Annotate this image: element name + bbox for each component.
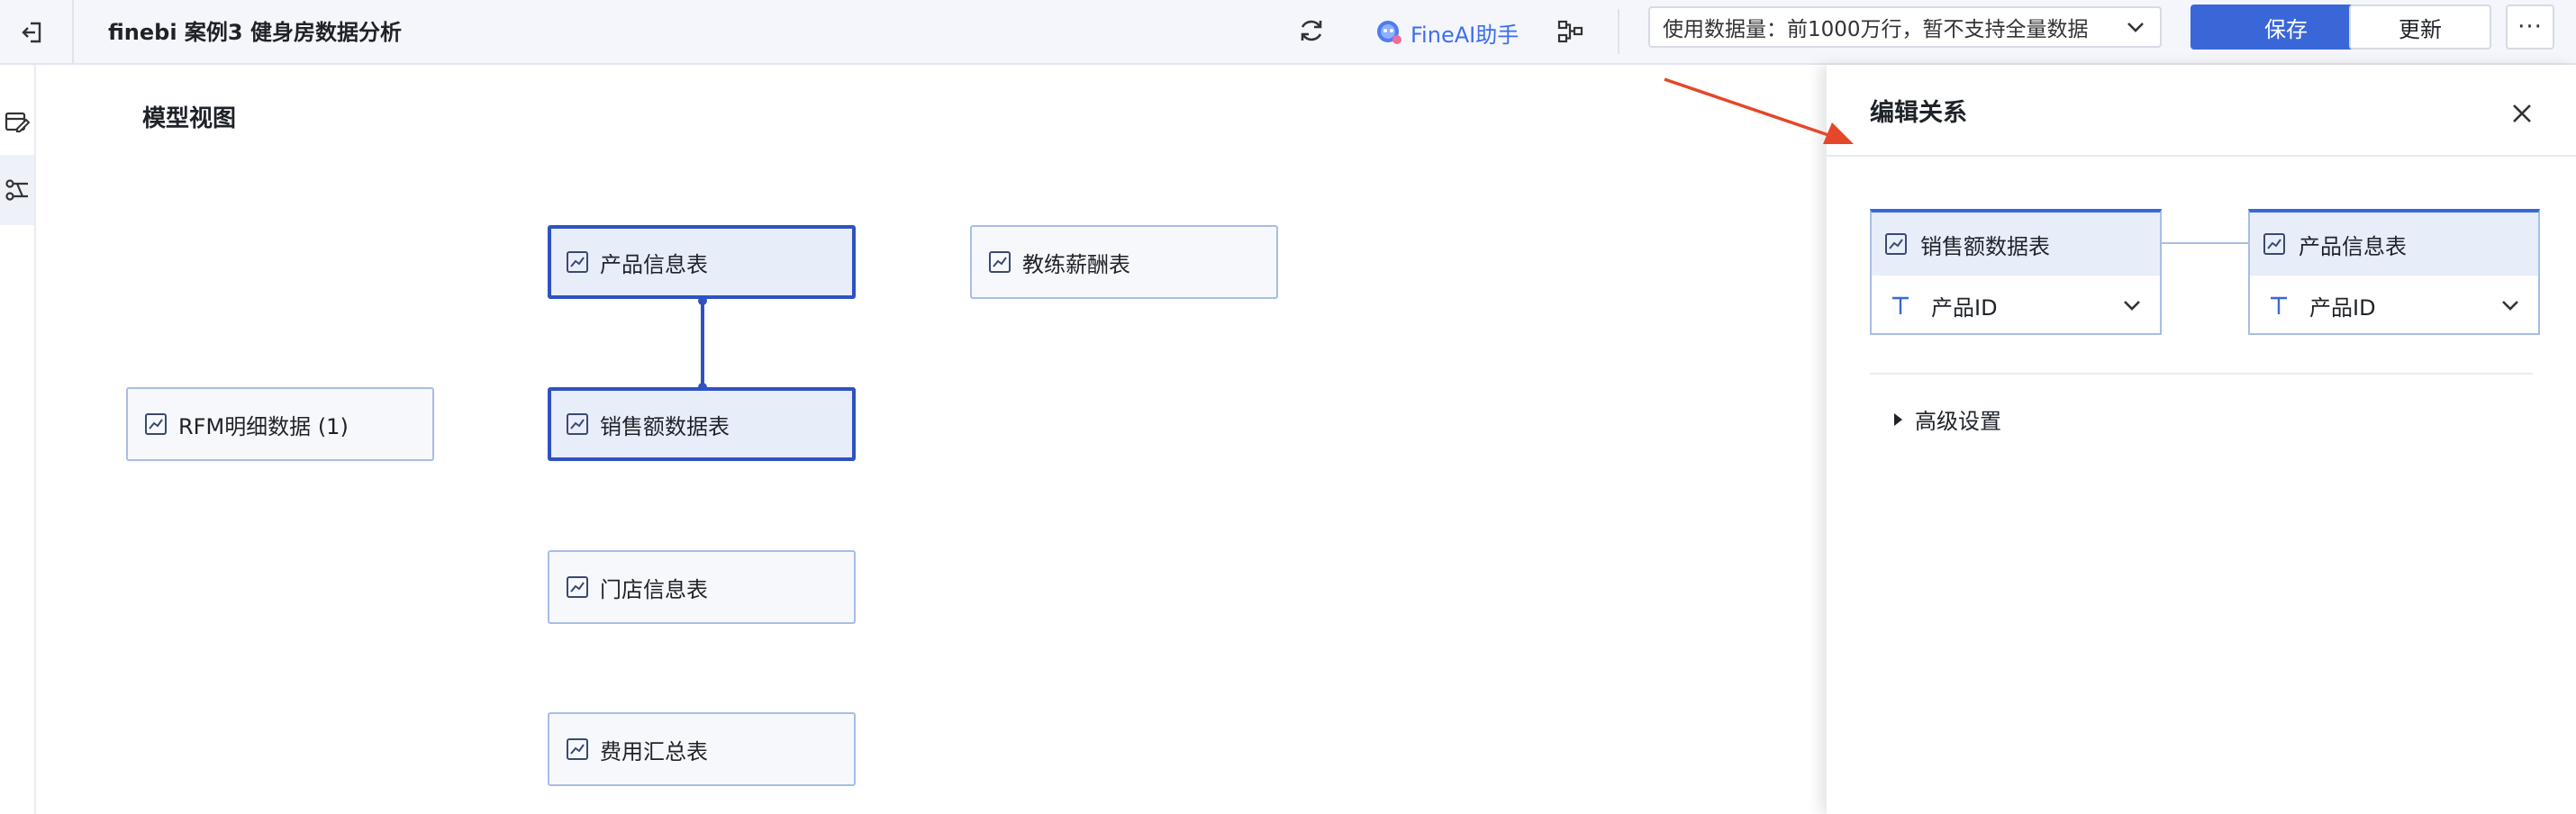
data-volume-select[interactable]: 使用数据量：前1000万行，暂不支持全量数据 [1648,6,2162,48]
table-chart-icon [145,413,167,435]
fineai-label: FineAI助手 [1410,22,1519,48]
ai-assistant-icon [1377,21,1401,44]
table-chart-icon [567,413,588,435]
drawer-title: 编辑关系 [1870,99,1967,127]
rail-item-model-view[interactable] [0,155,34,225]
table-node[interactable]: 门店信息表 [548,550,856,624]
exit-icon [22,22,41,43]
left-field-select[interactable]: 产品ID [1872,276,2160,335]
chevron-down-icon [2502,301,2518,311]
refresh-icon [1301,20,1322,41]
chevron-down-icon [2124,301,2140,311]
table-node[interactable]: 销售额数据表 [548,387,856,461]
left-table-card: 销售额数据表 产品ID [1870,209,2162,335]
model-view-title: 模型视图 [142,105,237,132]
table-node-label: 产品信息表 [600,251,708,277]
edit-table-icon [5,112,30,132]
table-node[interactable]: 教练薪酬表 [970,225,1278,299]
right-table-card: 产品信息表 产品ID [2248,209,2540,335]
top-bar: finebi 案例3 健身房数据分析 FineAI助手 使用数据量：前1000万… [0,0,2576,65]
refresh-button[interactable] [1293,13,1329,49]
relation-link[interactable] [701,301,704,387]
left-rail [0,65,36,814]
table-node[interactable]: 费用汇总表 [548,712,856,786]
table-node[interactable]: 产品信息表 [548,225,856,299]
right-field-select[interactable]: 产品ID [2250,276,2538,335]
drawer-divider [1827,155,2576,157]
advanced-settings-toggle[interactable]: 高级设置 [1891,403,2001,435]
data-volume-value: 使用数据量：前1000万行，暂不支持全量数据 [1663,18,2089,41]
more-button[interactable]: ··· [2506,5,2554,50]
topbar-divider [1618,9,1619,54]
table-chart-icon [1885,233,1907,255]
left-table-header: 销售额数据表 [1872,213,2160,276]
text-field-icon [2271,296,2287,314]
right-table-header: 产品信息表 [2250,213,2538,276]
update-button[interactable]: 更新 [2349,5,2491,50]
topbar-divider [72,0,74,65]
table-node-label: 门店信息表 [600,576,708,602]
table-node[interactable]: RFM明细数据 (1) [126,387,434,461]
relation-connector [2160,242,2248,244]
lineage-icon [1557,20,1583,43]
left-table-name: 销售额数据表 [1920,233,2050,259]
right-field-name: 产品ID [2309,294,2376,321]
advanced-settings-label: 高级设置 [1915,409,2001,434]
caret-right-icon [1894,412,1902,426]
table-node-label: 销售额数据表 [600,413,730,439]
table-chart-icon [567,738,588,760]
table-chart-icon [567,576,588,598]
lineage-button[interactable] [1551,13,1589,50]
table-node-label: RFM明细数据 (1) [178,413,349,439]
exit-button[interactable] [13,13,52,52]
chevron-down-icon [2127,23,2144,32]
model-relation-icon [5,179,28,201]
left-field-name: 产品ID [1931,294,1998,321]
edit-relation-drawer: 编辑关系 销售额数据表 产品ID 产品信息表 产品ID 高级设置 [1827,65,2576,814]
right-table-name: 产品信息表 [2299,233,2407,259]
table-chart-icon [2263,233,2285,255]
text-field-icon [1892,296,1909,314]
table-chart-icon [989,251,1011,273]
table-node-label: 费用汇总表 [600,738,708,764]
table-chart-icon [567,251,588,273]
close-icon [2513,104,2531,122]
page-title: finebi 案例3 健身房数据分析 [108,20,402,45]
drawer-divider [1870,373,2533,375]
close-button[interactable] [2504,95,2540,131]
rail-item-edit-table[interactable] [0,86,34,157]
fineai-assistant-button[interactable]: FineAI助手 [1374,13,1519,52]
table-node-label: 教练薪酬表 [1022,251,1130,277]
